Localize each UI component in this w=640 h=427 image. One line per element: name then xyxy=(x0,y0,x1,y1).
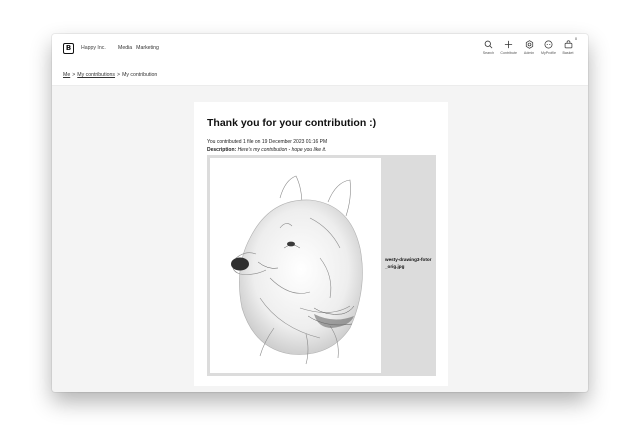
breadcrumb-bar: Me > My contributions > My contribution xyxy=(52,64,588,86)
basket-label: Basket xyxy=(562,51,574,55)
breadcrumb-separator: > xyxy=(117,72,121,78)
breadcrumb-separator: > xyxy=(72,72,76,78)
main-nav: Media Marketing xyxy=(118,45,159,51)
description-label: Description: xyxy=(207,147,237,153)
search-label: Search xyxy=(482,51,495,55)
app-window: B Happy Inc. Media Marketing Search Cont… xyxy=(52,34,588,392)
gear-icon xyxy=(525,40,533,49)
basket-icon xyxy=(564,40,572,49)
header-actions: Search Contribute Admin MyProfile 0 Bask… xyxy=(482,37,578,55)
brand-logo-icon[interactable]: B xyxy=(63,43,74,54)
dog-sketch-image xyxy=(210,158,381,373)
contribute-button[interactable]: Contribute xyxy=(500,40,517,55)
contribution-summary: You contributed 1 file on 19 December 20… xyxy=(207,139,328,145)
description-text: Here's my contribution - hope you like i… xyxy=(237,147,327,153)
page-title: Thank you for your contribution :) xyxy=(207,117,377,129)
nav-item-marketing[interactable]: Marketing xyxy=(136,45,159,51)
breadcrumb-link-my-contributions[interactable]: My contributions xyxy=(77,72,115,78)
my-profile-label: MyProfile xyxy=(541,51,556,55)
contribution-description: Description: Here's my contribution - ho… xyxy=(207,147,326,153)
search-icon xyxy=(484,40,493,49)
plus-icon xyxy=(505,40,513,49)
file-name: westy-drawing3-fotor_orig.jpg xyxy=(385,257,432,270)
top-navigation-bar: B Happy Inc. Media Marketing Search Cont… xyxy=(52,34,588,64)
contributed-file-panel: westy-drawing3-fotor_orig.jpg xyxy=(207,155,436,376)
basket-count-badge: 0 xyxy=(575,37,577,41)
search-button[interactable]: Search xyxy=(482,40,494,55)
nav-item-media[interactable]: Media xyxy=(118,45,132,51)
company-name: Happy Inc. xyxy=(81,45,106,51)
profile-icon xyxy=(544,40,553,49)
admin-label: Admin xyxy=(523,51,535,55)
breadcrumb: Me > My contributions > My contribution xyxy=(63,72,157,78)
contribute-label: Contribute xyxy=(500,51,518,55)
contribution-card: Thank you for your contribution :) You c… xyxy=(194,102,448,386)
basket-button[interactable]: 0 Basket xyxy=(562,37,578,55)
breadcrumb-current: My contribution xyxy=(122,72,158,78)
admin-button[interactable]: Admin xyxy=(523,40,535,55)
my-profile-button[interactable]: MyProfile xyxy=(541,40,556,55)
file-thumbnail[interactable] xyxy=(210,158,381,373)
breadcrumb-link-me[interactable]: Me xyxy=(63,72,70,78)
